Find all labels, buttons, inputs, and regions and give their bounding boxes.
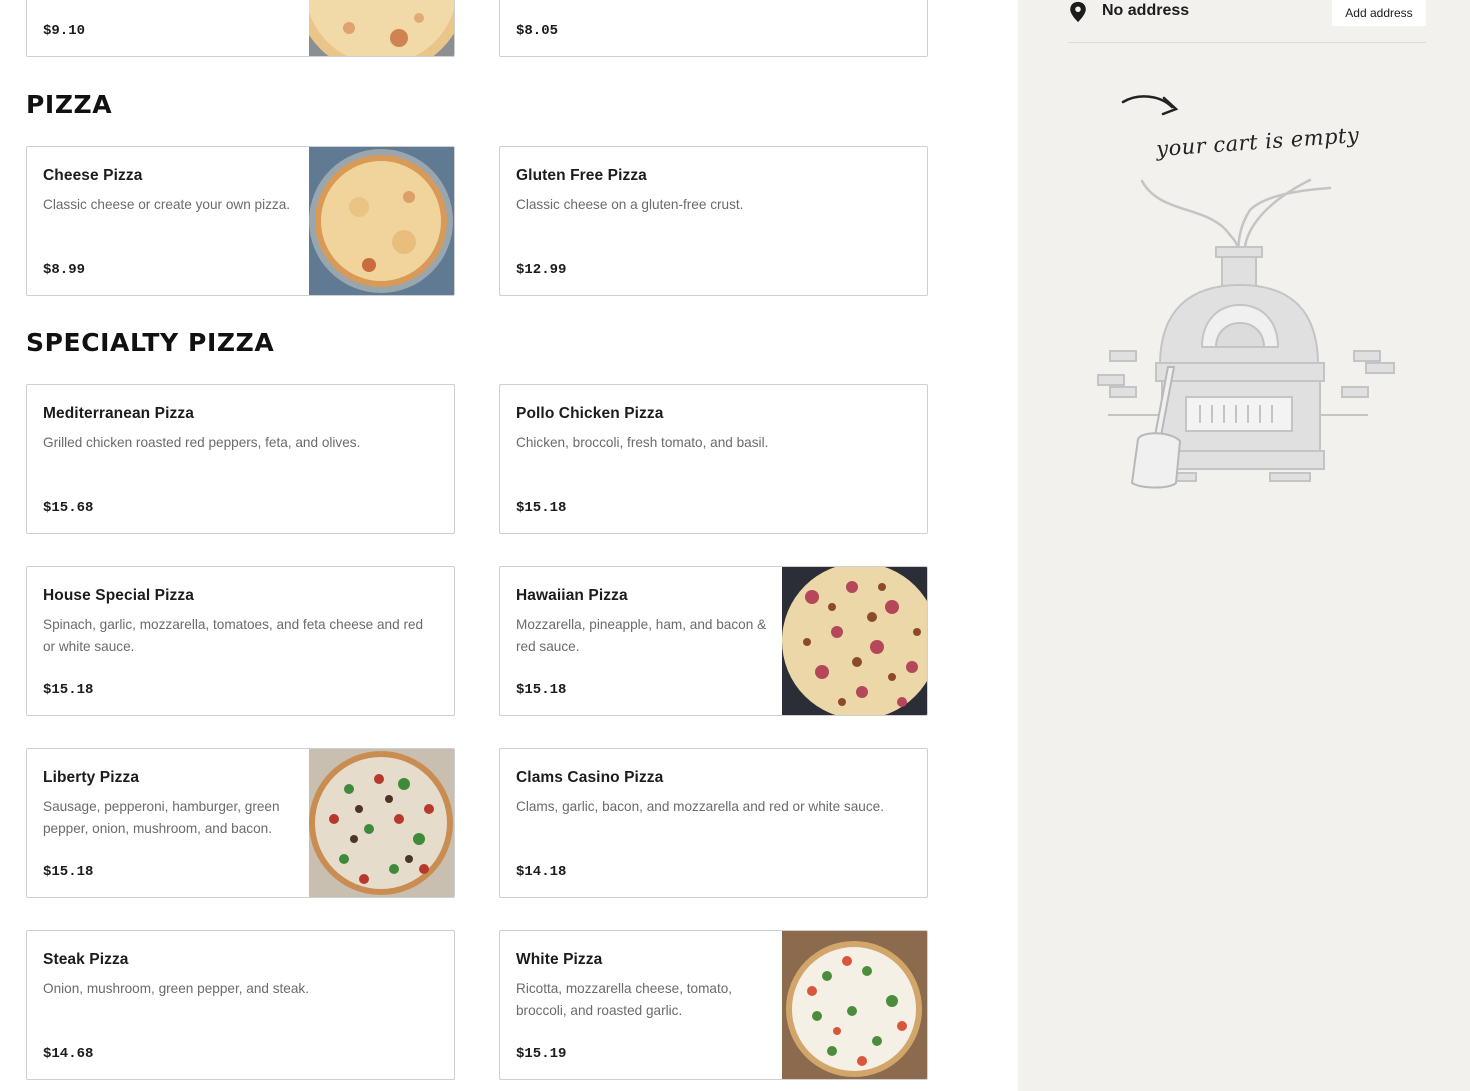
item-name: Liberty Pizza [43, 769, 140, 786]
item-price: $15.18 [516, 682, 567, 698]
item-name: Pollo Chicken Pizza [516, 405, 664, 422]
menu-item-white-pizza[interactable]: White Pizza Ricotta, mozzarella cheese, … [499, 930, 928, 1080]
item-description: Grilled chicken roasted red peppers, fet… [43, 435, 361, 450]
map-pin-icon [1070, 1, 1086, 23]
menu-item-gluten-free-pizza[interactable]: Gluten Free Pizza Classic cheese on a gl… [499, 146, 928, 296]
item-name: Clams Casino Pizza [516, 769, 664, 786]
item-price: $12.99 [516, 262, 567, 278]
menu-item-steak-pizza[interactable]: Steak Pizza Onion, mushroom, green peppe… [26, 930, 455, 1080]
item-name: Cheese Pizza [43, 167, 143, 184]
menu-item-card[interactable]: $9.10 [26, 0, 455, 57]
item-description: Classic cheese or create your own pizza. [43, 197, 291, 212]
item-name: Hawaiian Pizza [516, 587, 628, 604]
pizza-photo [782, 931, 927, 1079]
item-description: Sausage, pepperoni, hamburger, green pep… [43, 799, 280, 836]
section-title-pizza: PIZZA [26, 90, 113, 119]
item-price: $14.68 [43, 1046, 94, 1062]
item-price: $15.68 [43, 500, 94, 516]
section-title-specialty-pizza: SPECIALTY PIZZA [26, 328, 275, 357]
item-name: Steak Pizza [43, 951, 129, 968]
menu-item-card[interactable]: $8.05 [499, 0, 928, 57]
pizza-photo [309, 0, 454, 56]
item-price: $15.19 [516, 1046, 567, 1062]
pizza-photo [309, 147, 454, 295]
item-name: Gluten Free Pizza [516, 167, 647, 184]
delivery-address-row: No address Add address [1068, 0, 1426, 43]
item-name: Mediterranean Pizza [43, 405, 194, 422]
pizza-photo [309, 749, 454, 897]
item-price: $15.18 [516, 500, 567, 516]
item-price: $14.18 [516, 864, 567, 880]
item-price: $15.18 [43, 682, 94, 698]
menu-item-cheese-pizza[interactable]: Cheese Pizza Classic cheese or create yo… [26, 146, 455, 296]
item-price: $15.18 [43, 864, 94, 880]
item-price: $8.99 [43, 262, 86, 278]
menu-item-house-special-pizza[interactable]: House Special Pizza Spinach, garlic, moz… [26, 566, 455, 716]
item-description: Ricotta, mozzarella cheese, tomato, broc… [516, 981, 733, 1018]
item-description: Clams, garlic, bacon, and mozzarella and… [516, 799, 884, 814]
item-price: $8.05 [516, 23, 559, 39]
item-name: White Pizza [516, 951, 603, 968]
menu-item-pollo-chicken-pizza[interactable]: Pollo Chicken Pizza Chicken, broccoli, f… [499, 384, 928, 534]
item-description: Chicken, broccoli, fresh tomato, and bas… [516, 435, 769, 450]
menu-list: $9.10 $8.05 PIZZA Cheese Pizza Classic c… [0, 0, 1018, 1091]
item-description: Classic cheese on a gluten-free crust. [516, 197, 744, 212]
item-description: Spinach, garlic, mozzarella, tomatoes, a… [43, 617, 424, 654]
item-name: House Special Pizza [43, 587, 194, 604]
menu-item-mediterranean-pizza[interactable]: Mediterranean Pizza Grilled chicken roas… [26, 384, 455, 534]
menu-item-liberty-pizza[interactable]: Liberty Pizza Sausage, pepperoni, hambur… [26, 748, 455, 898]
address-text: No address [1102, 2, 1190, 19]
pizza-photo [782, 567, 927, 715]
menu-item-clams-casino-pizza[interactable]: Clams Casino Pizza Clams, garlic, bacon,… [499, 748, 928, 898]
item-description: Mozzarella, pineapple, ham, and bacon & … [516, 617, 767, 654]
add-address-button[interactable]: Add address [1332, 0, 1426, 26]
menu-item-hawaiian-pizza[interactable]: Hawaiian Pizza Mozzarella, pineapple, ha… [499, 566, 928, 716]
item-price: $9.10 [43, 23, 86, 39]
item-description: Onion, mushroom, green pepper, and steak… [43, 981, 309, 996]
